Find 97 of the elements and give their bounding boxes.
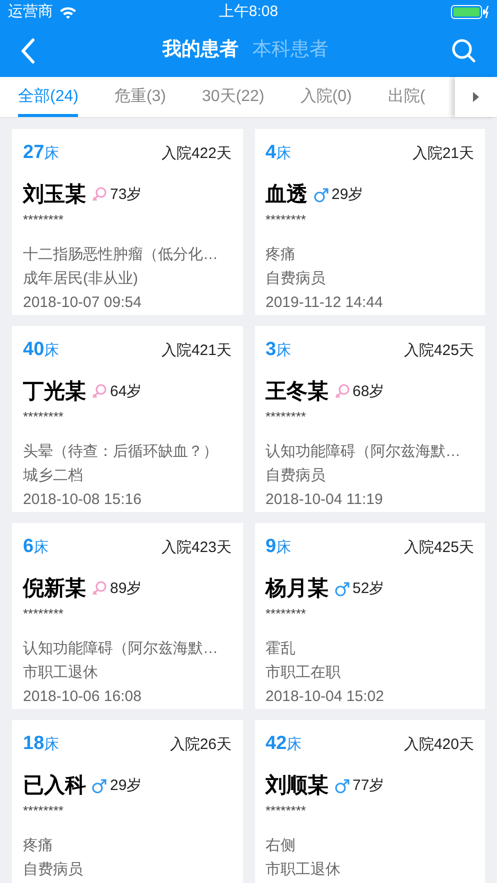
masked-id: ******** (23, 212, 64, 226)
clock-time: 上午8:08 (218, 2, 278, 20)
male-icon (334, 580, 350, 598)
wifi-icon (59, 6, 77, 18)
patient-age: 29岁 (332, 184, 364, 204)
patient-age: 89岁 (110, 578, 142, 598)
bed-number: 6 (23, 535, 34, 559)
bed-number: 3 (266, 338, 276, 362)
masked-id: ******** (266, 212, 306, 226)
bed-unit: 床 (276, 341, 292, 361)
patient-name: 杨月某 (266, 576, 328, 602)
bed-number: 4 (266, 141, 276, 165)
masked-id: ******** (23, 606, 64, 620)
patient-name: 王冬某 (266, 379, 328, 405)
stay-days: 入院422天 (161, 143, 232, 166)
stay-days: 入院425天 (404, 537, 474, 560)
patient-card[interactable]: 9床 入院425天 杨月某 52岁 ******** 霍乱 市职工在职 2018-10-04 15:02 (254, 523, 485, 709)
masked-id: ******** (266, 804, 306, 818)
admission-date: 2019-11-12 14:44 (266, 292, 383, 312)
filter-tab[interactable]: 危重(3) (114, 77, 166, 117)
female-icon (91, 382, 107, 401)
stay-days: 入院421天 (161, 340, 232, 362)
bed-number: 9 (266, 535, 276, 559)
insurance-type: 市职工在职 (266, 662, 340, 682)
admission-date: 2018-10-04 11:19 (266, 490, 383, 510)
admission-date: 2018-10-08 15:16 (23, 490, 142, 510)
insurance-type: 成年居民(非从业) (23, 268, 138, 288)
stay-days: 入院21天 (412, 143, 474, 166)
patient-name: 刘玉某 (23, 182, 86, 208)
patient-name: 倪新某 (23, 576, 86, 602)
diagnosis: 十二指肠恶性肿瘤（低分化… (23, 244, 218, 264)
diagnosis: 认知功能障碍（阿尔兹海默… (266, 442, 460, 462)
patient-card[interactable]: 18床 入院26天 已入科 29岁 ******** 疼痛 自费病员 (12, 720, 242, 883)
masked-id: ******** (23, 804, 64, 818)
admission-date: 2018-10-04 15:02 (266, 686, 384, 706)
patient-name: 已入科 (23, 773, 86, 799)
bed-unit: 床 (44, 735, 60, 755)
patient-card[interactable]: 40床 入院421天 丁光某 64岁 ******** 头晕（待查：后循环缺血？） 城乡二档 2018-10-08 15:16 (12, 326, 242, 512)
bed-number: 42 (266, 732, 287, 756)
filter-tab[interactable]: 出院( (388, 77, 426, 117)
right-arrow-icon[interactable] (473, 92, 479, 102)
female-icon (91, 580, 107, 598)
stay-days: 入院420天 (404, 734, 474, 756)
insurance-type: 自费病员 (266, 268, 326, 288)
patient-name: 刘顺某 (266, 772, 328, 799)
patient-age: 73岁 (110, 184, 142, 204)
filter-tab[interactable]: 入院(0) (300, 77, 352, 117)
diagnosis: 疼痛 (23, 836, 53, 856)
diagnosis: 认知功能障碍（阿尔兹海默… (23, 638, 218, 658)
bed-number: 27 (23, 141, 44, 165)
carrier-name: 运营商 (8, 2, 53, 22)
bed-unit: 床 (286, 735, 302, 755)
patient-card[interactable]: 42床 入院420天 刘顺某 77岁 ******** 右侧 市职工退休 (254, 720, 485, 883)
admission-date: 2018-10-06 16:08 (23, 686, 142, 706)
stay-days: 入院425天 (404, 340, 474, 362)
patient-age: 52岁 (352, 578, 384, 598)
masked-id: ******** (266, 606, 306, 620)
bed-unit: 床 (276, 538, 292, 558)
female-icon (334, 382, 350, 401)
patient-age: 64岁 (110, 382, 142, 402)
masked-id: ******** (23, 410, 64, 424)
patient-age: 77岁 (352, 776, 384, 796)
bed-unit: 床 (34, 538, 49, 558)
patient-card[interactable]: 27床 入院422天 刘玉某 73岁 ******** 十二指肠恶性肿瘤（低分化… 成年居民(非从业) 2018-10-07 09:54 (12, 129, 242, 315)
patient-card[interactable]: 6床 入院423天 倪新某 89岁 ******** 认知功能障碍（阿尔兹海默… 市职工退休 2018-10-06 16:08 (12, 523, 242, 709)
search-icon[interactable] (451, 38, 477, 64)
patient-age: 29岁 (110, 776, 142, 796)
bed-unit: 床 (276, 144, 292, 164)
bed-unit: 床 (44, 144, 60, 164)
female-icon (91, 186, 107, 204)
diagnosis: 霍乱 (266, 638, 296, 658)
male-icon (312, 186, 328, 204)
back-icon[interactable] (20, 38, 36, 64)
battery-icon (451, 4, 489, 20)
filter-tab[interactable]: 30天(22) (202, 77, 264, 117)
male-icon (334, 776, 350, 795)
admission-date: 2018-10-07 09:54 (23, 292, 142, 312)
insurance-type: 城乡二档 (23, 466, 83, 486)
patient-card[interactable]: 3床 入院425天 王冬某 68岁 ******** 认知功能障碍（阿尔兹海默… 自费病员 2018-10-04 11:19 (254, 326, 485, 512)
patient-name: 血透 (266, 182, 308, 208)
insurance-type: 市职工退休 (23, 662, 98, 682)
diagnosis: 头晕（待查：后循环缺血？） (23, 442, 218, 462)
insurance-type: 自费病员 (266, 466, 326, 486)
bed-number: 40 (23, 338, 44, 362)
insurance-type: 市职工退休 (266, 860, 340, 880)
patient-card[interactable]: 4床 入院21天 血透 29岁 ******** 疼痛 自费病员 2019-11-12 14:44 (254, 129, 485, 315)
diagnosis: 右侧 (266, 836, 296, 856)
patient-name: 丁光某 (23, 379, 86, 405)
bed-number: 18 (23, 732, 44, 756)
stay-days: 入院26天 (170, 734, 232, 756)
insurance-type: 自费病员 (23, 860, 83, 880)
diagnosis: 疼痛 (266, 244, 296, 264)
male-icon (91, 776, 107, 795)
masked-id: ******** (266, 410, 306, 424)
patient-age: 68岁 (352, 382, 384, 402)
stay-days: 入院423天 (161, 537, 232, 560)
bed-unit: 床 (44, 341, 60, 361)
